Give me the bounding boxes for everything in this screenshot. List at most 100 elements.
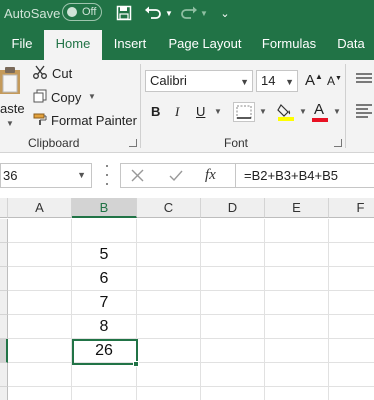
splitter-handle-icon[interactable]: [106, 165, 109, 185]
grid-cell[interactable]: [265, 243, 329, 267]
row-header[interactable]: [0, 267, 8, 291]
grid-cell[interactable]: [329, 267, 374, 291]
grid-cell[interactable]: [329, 219, 374, 243]
cell-b5[interactable]: 8: [72, 315, 137, 339]
grid-cell[interactable]: [265, 315, 329, 339]
grid-cell[interactable]: [201, 291, 265, 315]
save-icon[interactable]: [114, 2, 134, 24]
autosave-toggle[interactable]: Off: [62, 3, 102, 21]
format-painter-button[interactable]: Format Painter: [51, 113, 137, 128]
grid-cell[interactable]: [137, 219, 201, 243]
decrease-font-size-icon[interactable]: A▼: [327, 74, 342, 88]
fill-color-dropdown-icon[interactable]: ▼: [299, 107, 307, 116]
grid-cell[interactable]: [201, 243, 265, 267]
column-header-d[interactable]: D: [201, 198, 265, 218]
fill-color-icon[interactable]: [277, 102, 295, 127]
grid-cell[interactable]: [137, 291, 201, 315]
tab-data[interactable]: Data: [328, 30, 374, 60]
grid-cell[interactable]: [329, 243, 374, 267]
grid-cell[interactable]: [8, 219, 72, 243]
copy-button[interactable]: Copy: [51, 90, 81, 105]
grid-cell[interactable]: [8, 387, 72, 400]
grid-cell[interactable]: [137, 339, 201, 363]
format-painter-icon[interactable]: [33, 112, 48, 131]
align-top-icon[interactable]: [356, 72, 372, 90]
grid-cell[interactable]: [137, 363, 201, 387]
tab-home[interactable]: Home: [44, 30, 102, 60]
grid-cell[interactable]: [8, 315, 72, 339]
grid-cell[interactable]: [201, 315, 265, 339]
row-header[interactable]: [0, 243, 8, 267]
grid-cell[interactable]: [329, 291, 374, 315]
cut-button[interactable]: Cut: [52, 66, 72, 81]
grid-cell[interactable]: [8, 267, 72, 291]
tab-file[interactable]: File: [0, 30, 44, 60]
cell-b1[interactable]: [72, 219, 137, 243]
italic-button[interactable]: I: [175, 104, 179, 120]
undo-dropdown-icon[interactable]: ▼: [164, 2, 174, 24]
bold-button[interactable]: B: [151, 104, 160, 119]
grid-cell[interactable]: [137, 267, 201, 291]
grid-cell[interactable]: [8, 291, 72, 315]
row-header-selected[interactable]: [0, 339, 8, 363]
underline-button[interactable]: U: [196, 104, 205, 119]
grid-cell[interactable]: [329, 363, 374, 387]
grid-cell[interactable]: [265, 387, 329, 400]
column-header-f[interactable]: F: [329, 198, 374, 218]
font-family-select[interactable]: Calibri ▼: [145, 70, 253, 92]
grid-cell[interactable]: [265, 363, 329, 387]
cell-b2[interactable]: 5: [72, 243, 137, 267]
paste-button-label[interactable]: aste: [0, 101, 25, 116]
check-icon[interactable]: [169, 169, 183, 187]
grid-cell[interactable]: [8, 243, 72, 267]
x-icon[interactable]: [131, 169, 144, 187]
formula-input[interactable]: =B2+B3+B4+B5: [236, 163, 374, 188]
grid-cell[interactable]: [8, 363, 72, 387]
customize-qat-icon[interactable]: ⌄: [218, 2, 232, 24]
grid-cell[interactable]: [72, 387, 137, 400]
column-header-a[interactable]: A: [8, 198, 72, 218]
copy-dropdown-icon[interactable]: ▼: [88, 92, 96, 101]
row-header[interactable]: [0, 315, 8, 339]
cell-b4[interactable]: 7: [72, 291, 137, 315]
borders-dropdown-icon[interactable]: ▼: [259, 107, 267, 116]
tab-formulas[interactable]: Formulas: [252, 30, 326, 60]
grid-cell[interactable]: [8, 339, 72, 363]
insert-function-icon[interactable]: fx: [205, 167, 216, 184]
grid-cell[interactable]: [329, 387, 374, 400]
select-all-corner[interactable]: [0, 198, 8, 218]
underline-dropdown-icon[interactable]: ▼: [214, 107, 222, 116]
tab-insert[interactable]: Insert: [102, 30, 158, 60]
undo-icon[interactable]: [144, 2, 162, 24]
copy-icon[interactable]: [33, 89, 47, 108]
font-color-dropdown-icon[interactable]: ▼: [333, 107, 341, 116]
clipboard-dialog-launcher-icon[interactable]: [129, 139, 137, 147]
borders-icon[interactable]: [233, 102, 255, 122]
tab-page-layout[interactable]: Page Layout: [160, 30, 250, 60]
grid-cell[interactable]: [137, 387, 201, 400]
align-left-icon[interactable]: [356, 104, 372, 123]
grid-cell[interactable]: [265, 339, 329, 363]
cell-b6-active[interactable]: 26: [72, 339, 137, 363]
grid-cell[interactable]: [201, 363, 265, 387]
increase-font-size-icon[interactable]: A▲: [305, 72, 323, 89]
grid-cell[interactable]: [201, 267, 265, 291]
grid-cell[interactable]: [201, 387, 265, 400]
grid-cell[interactable]: [137, 243, 201, 267]
font-size-select[interactable]: 14 ▼: [256, 70, 298, 92]
grid-cell[interactable]: [265, 291, 329, 315]
grid-cell[interactable]: [329, 339, 374, 363]
row-header[interactable]: [0, 219, 8, 243]
column-header-e[interactable]: E: [265, 198, 329, 218]
row-header[interactable]: [0, 291, 8, 315]
font-dialog-launcher-icon[interactable]: [334, 139, 342, 147]
grid-cell[interactable]: [72, 363, 137, 387]
redo-dropdown-icon[interactable]: ▼: [199, 2, 209, 24]
redo-icon[interactable]: [180, 2, 198, 24]
grid-cell[interactable]: [137, 315, 201, 339]
paste-dropdown-icon[interactable]: ▼: [6, 119, 14, 128]
grid-cell[interactable]: [329, 315, 374, 339]
font-color-icon[interactable]: A: [311, 101, 329, 123]
column-header-c[interactable]: C: [137, 198, 201, 218]
grid-cell[interactable]: [265, 219, 329, 243]
